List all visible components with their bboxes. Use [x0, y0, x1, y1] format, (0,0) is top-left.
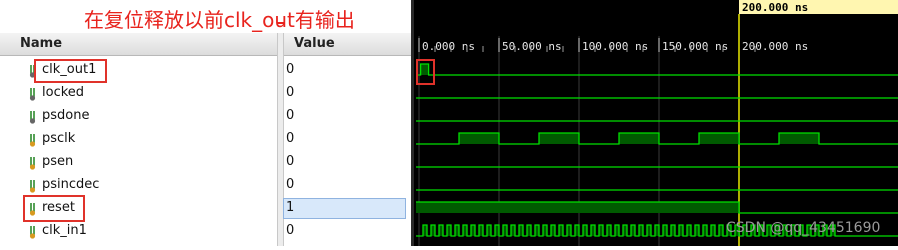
signal-output-icon — [28, 109, 38, 124]
signal-input-icon — [28, 155, 38, 170]
signal-value-cell[interactable] — [283, 129, 406, 150]
signal-name: psincdec — [42, 177, 100, 192]
signal-name: clk_in1 — [42, 223, 87, 238]
signal-value-cell[interactable] — [283, 175, 406, 196]
signal-name: psen — [42, 154, 74, 169]
name-column-header[interactable]: Name — [20, 36, 62, 51]
signal-input-icon — [28, 132, 38, 147]
value-column-header[interactable]: Value — [294, 36, 335, 51]
signal-input-icon — [28, 224, 38, 239]
signal-value: 0 — [286, 223, 295, 238]
signal-value-cell[interactable] — [283, 198, 406, 219]
signal-name: locked — [42, 85, 85, 100]
signal-value: 0 — [286, 177, 295, 192]
signal-name: psclk — [42, 131, 76, 146]
signal-value: 0 — [286, 85, 295, 100]
waveform-view[interactable]: 0.000 ns 50.000 ns 100.000 ns 150.000 ns 200… — [414, 0, 898, 246]
highlight-reset-name — [23, 195, 85, 222]
wave-high-fill — [420, 64, 429, 75]
signal-row[interactable]: psen 0 — [0, 151, 411, 174]
cursor-label: 200.000 ns — [742, 1, 808, 14]
tick-label: 150.000 ns — [662, 40, 728, 53]
wave-trace — [416, 63, 898, 76]
signal-value: 1 — [286, 200, 295, 215]
signal-row[interactable]: clk_in1 0 — [0, 220, 411, 243]
signal-value: 0 — [286, 154, 295, 169]
signal-row[interactable]: psclk 0 — [0, 128, 411, 151]
waveform-canvas[interactable]: 0.000 ns 50.000 ns 100.000 ns 150.000 ns 200… — [414, 0, 898, 246]
signal-value: 0 — [286, 62, 295, 77]
wave-high-fill — [539, 133, 579, 144]
signal-row[interactable]: locked 0 — [0, 82, 411, 105]
signal-value: 0 — [286, 108, 295, 123]
wave-high-fill — [779, 133, 819, 144]
signal-value-cell[interactable] — [283, 83, 406, 104]
tick-label: 50.000 ns — [502, 40, 562, 53]
column-header: Name Value — [0, 33, 411, 56]
signal-value-cell[interactable] — [283, 221, 406, 242]
signal-value-cell[interactable] — [283, 106, 406, 127]
signal-input-icon — [28, 178, 38, 193]
signal-name: psdone — [42, 108, 90, 123]
signal-row[interactable]: psdone 0 — [0, 105, 411, 128]
signal-row[interactable]: psincdec 0 — [0, 174, 411, 197]
watermark: CSDN @qq_43451690 — [726, 220, 881, 236]
wave-high-fill — [619, 133, 659, 144]
signal-value-cell[interactable] — [283, 60, 406, 81]
tick-label: 100.000 ns — [582, 40, 648, 53]
signal-value-cell[interactable] — [283, 152, 406, 173]
wave-high-fill — [699, 133, 739, 144]
highlight-clk-out1-name — [34, 59, 107, 83]
wave-high-fill — [459, 133, 499, 144]
signal-value: 0 — [286, 131, 295, 146]
tick-label: 200.000 ns — [742, 40, 808, 53]
annotation-text: 在复位释放以前clk_out有输出 — [84, 8, 355, 32]
signal-output-icon — [28, 86, 38, 101]
wave-high-fill — [416, 202, 739, 213]
